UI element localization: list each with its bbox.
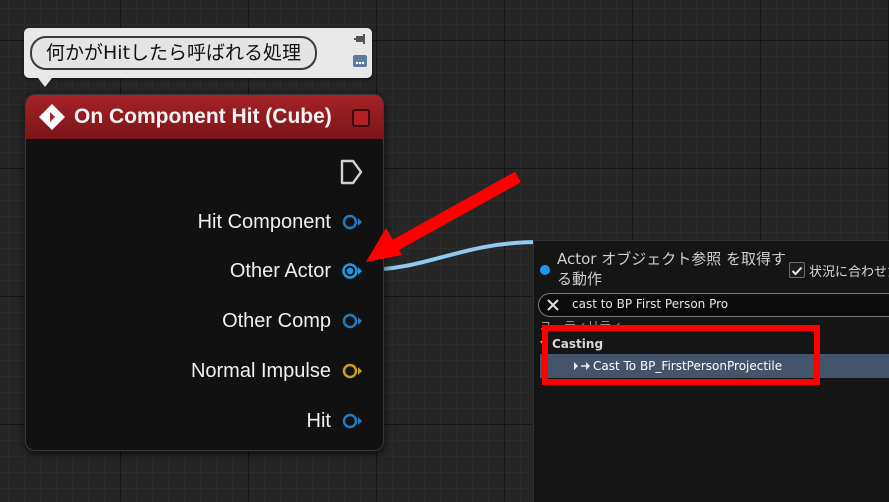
comment-menu-icon[interactable]: [352, 54, 368, 68]
pin-row-normal-impulse[interactable]: Normal Impulse: [191, 356, 363, 386]
context-sensitive-checkbox[interactable]: [789, 262, 805, 278]
pin-label: Normal Impulse: [190, 359, 331, 382]
pin-icon[interactable]: [354, 32, 368, 46]
result-item-label: Cast To BP_FirstPersonProjectile: [593, 359, 783, 373]
comment-text: 何かがHitしたら呼ばれる処理: [30, 36, 318, 70]
exec-pin-icon[interactable]: [339, 159, 363, 185]
action-menu-title: Actor オブジェクト参照 を取得する動作: [557, 250, 787, 288]
search-input[interactable]: cast to BP First Person Pro: [538, 293, 889, 317]
chevron-down-icon: [540, 341, 548, 347]
hit-pin-icon[interactable]: [341, 412, 363, 430]
close-icon[interactable]: [546, 298, 560, 312]
pin-row-hit[interactable]: Hit: [307, 406, 363, 436]
node-header[interactable]: On Component Hit (Cube): [26, 95, 383, 139]
pin-label: Hit Component: [197, 210, 331, 233]
context-sensitive-label: 状況に合わせた: [809, 265, 889, 280]
pin-label: Other Comp: [222, 309, 331, 332]
pin-row-other-comp[interactable]: Other Comp: [222, 306, 363, 336]
event-node-on-component-hit[interactable]: On Component Hit (Cube) Hit Component Ot…: [25, 94, 384, 451]
pin-label: Other Actor: [229, 259, 331, 282]
result-item-cast-to-bp-firstpersonprojectile[interactable]: Cast To BP_FirstPersonProjectile: [540, 354, 889, 378]
category-utility[interactable]: ユーティリティ: [540, 317, 623, 334]
category-casting[interactable]: Casting: [540, 337, 604, 351]
node-title: On Component Hit (Cube): [74, 105, 332, 128]
search-input-value: cast to BP First Person Pro: [572, 297, 729, 311]
hit-component-pin-icon[interactable]: [341, 213, 363, 231]
node-comment-bubble[interactable]: 何かがHitしたら呼ばれる処理: [24, 28, 372, 87]
pin-label: Hit: [306, 409, 331, 432]
other-comp-pin-icon[interactable]: [341, 312, 363, 330]
event-diamond-icon: [39, 104, 65, 130]
menu-bullet-icon: [540, 265, 550, 275]
category-casting-label: Casting: [552, 337, 604, 351]
cast-node-icon: [574, 362, 590, 370]
blueprint-action-menu[interactable]: Actor オブジェクト参照 を取得する動作 状況に合わせた cast to B…: [533, 240, 889, 502]
pin-row-other-actor[interactable]: Other Actor: [230, 256, 363, 286]
pin-row-hit-component[interactable]: Hit Component: [198, 207, 363, 237]
normal-impulse-pin-icon[interactable]: [341, 362, 363, 380]
other-actor-pin-icon[interactable]: [341, 262, 363, 280]
checkmark-icon: [791, 266, 803, 276]
delegate-square-icon[interactable]: [352, 109, 370, 127]
